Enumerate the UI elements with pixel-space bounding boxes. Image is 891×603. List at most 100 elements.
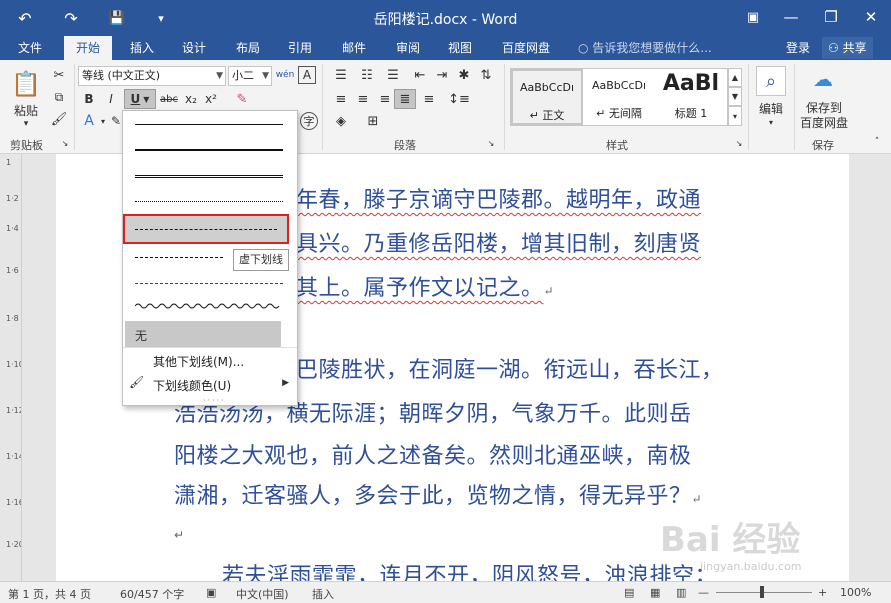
editing-dropdown-icon[interactable]: ▾ — [762, 116, 780, 128]
style-no-spacing[interactable]: AaBbCcDı ↵ 无间隔 — [583, 69, 655, 125]
zoom-in-icon[interactable]: + — [818, 586, 827, 599]
zoom-out-icon[interactable]: — — [698, 586, 709, 599]
doc-line-2: 具兴。乃重修岳阳楼，增其旧制，刻唐贤 — [296, 226, 701, 258]
underline-option-double[interactable] — [125, 163, 293, 189]
tab-layout[interactable]: 布局 — [226, 36, 270, 60]
distributed-icon[interactable]: ≡ — [418, 90, 440, 108]
underline-option-wave[interactable] — [125, 295, 293, 321]
align-right-icon[interactable]: ≡ — [374, 90, 396, 108]
login-link[interactable]: 登录 — [786, 36, 810, 60]
bullets-icon[interactable]: ☰ — [330, 66, 352, 84]
underline-option-single[interactable] — [125, 112, 293, 138]
underline-color-item[interactable]: 下划线颜色(U) — [153, 377, 231, 394]
tab-mailings[interactable]: 邮件 — [332, 36, 376, 60]
editing-label[interactable]: 编辑 — [752, 100, 790, 116]
underline-dropdown-icon[interactable]: ▼ — [143, 95, 149, 104]
zoom-slider-thumb[interactable] — [760, 586, 764, 598]
justify-icon[interactable]: ≣ — [394, 89, 416, 109]
zoom-slider-track[interactable] — [716, 592, 812, 593]
strikethrough-button[interactable]: abc — [158, 90, 180, 108]
find-magnifier-icon[interactable]: ⌕ — [756, 66, 786, 96]
italic-button[interactable]: I — [102, 90, 120, 108]
tab-baidu-netdisk[interactable]: 百度网盘 — [494, 36, 558, 60]
enclose-char-icon[interactable]: 字 — [300, 112, 318, 130]
print-layout-icon[interactable]: ▦ — [650, 586, 660, 599]
style-heading-1[interactable]: AaBl 标题 1 — [655, 69, 727, 125]
align-left-icon[interactable]: ≡ — [330, 90, 352, 108]
line-spacing-icon[interactable]: ↕≡ — [446, 90, 472, 108]
copy-icon[interactable]: ⧉ — [50, 88, 68, 106]
decrease-indent-icon[interactable]: ⇤ — [410, 66, 430, 84]
bold-button[interactable]: B — [80, 90, 98, 108]
underline-option-dashed[interactable] — [123, 214, 289, 244]
group-label-clipboard: 剪贴板 — [10, 139, 43, 152]
text-effects-icon[interactable]: A — [80, 112, 98, 130]
shading-icon[interactable]: ◈ — [330, 112, 352, 130]
tell-me-search[interactable]: ○ 告诉我您想要做什么... — [578, 36, 712, 60]
baidu-netdisk-label[interactable]: 百度网盘 — [798, 115, 850, 130]
language-indicator[interactable]: 中文(中国) — [236, 586, 289, 602]
style-name: ↵ 正文 — [529, 109, 565, 122]
tab-references[interactable]: 引用 — [278, 36, 322, 60]
clear-formatting-icon[interactable]: ✎ — [232, 90, 252, 108]
styles-scroll-down-icon[interactable]: ▼ — [728, 87, 742, 106]
zoom-level[interactable]: 100% — [840, 586, 871, 599]
styles-launcher-icon[interactable]: ↘ — [734, 138, 744, 148]
text-effects-dropdown-icon[interactable]: ▾ — [98, 112, 108, 130]
insert-mode[interactable]: 插入 — [312, 586, 334, 602]
phonetic-guide-icon[interactable]: wén — [274, 65, 296, 85]
font-name-combo[interactable]: 等线 (中文正文) ▼ — [78, 66, 226, 86]
word-count[interactable]: 60/457 个字 — [120, 586, 184, 602]
tab-review[interactable]: 审阅 — [386, 36, 430, 60]
tab-design[interactable]: 设计 — [172, 36, 216, 60]
multilevel-list-icon[interactable]: ☰ — [382, 66, 404, 84]
char-border-icon[interactable]: A — [298, 66, 316, 84]
underline-option-dotted[interactable] — [125, 189, 293, 215]
highlight-icon[interactable]: ✎ — [110, 112, 122, 130]
ribbon-display-options-icon[interactable]: ▣ — [738, 5, 768, 29]
superscript-button[interactable]: x² — [202, 90, 220, 108]
close-icon[interactable]: ✕ — [856, 5, 886, 29]
save-to-label[interactable]: 保存到 — [800, 100, 848, 115]
font-size-combo[interactable]: 小二 ▼ — [228, 66, 272, 86]
minimize-icon[interactable]: — — [776, 5, 806, 29]
cut-icon[interactable]: ✂ — [50, 66, 68, 84]
increase-indent-icon[interactable]: ⇥ — [432, 66, 452, 84]
web-layout-icon[interactable]: ▥ — [676, 586, 686, 599]
page-count[interactable]: 第 1 页，共 4 页 — [8, 586, 91, 602]
borders-icon[interactable]: ⊞ — [362, 112, 384, 130]
resize-grip-icon[interactable]: ····· — [203, 396, 226, 405]
chinese-layout-icon[interactable]: ✱ — [454, 66, 474, 84]
restore-icon[interactable]: ❐ — [816, 5, 846, 29]
subscript-button[interactable]: x₂ — [182, 90, 200, 108]
paste-dropdown-icon[interactable]: ▾ — [16, 118, 36, 130]
vertical-ruler[interactable]: 1 1·2 1·4 1·6 1·8 1·10 1·12 1·14 1·16 1·… — [0, 154, 22, 581]
collapse-ribbon-icon[interactable]: ˄ — [870, 136, 884, 148]
underline-button[interactable]: U ▼ — [124, 89, 156, 109]
tab-file[interactable]: 文件 — [8, 36, 52, 60]
styles-scroll-up-icon[interactable]: ▲ — [728, 68, 742, 87]
tab-view[interactable]: 视图 — [438, 36, 482, 60]
underline-option-thick[interactable] — [125, 137, 293, 163]
paste-label[interactable]: 粘贴 — [10, 102, 42, 118]
underline-option-none[interactable]: 无 — [125, 321, 281, 347]
chevron-down-icon[interactable]: ▼ — [216, 67, 223, 85]
numbering-icon[interactable]: ☷ — [356, 66, 378, 84]
baidu-cloud-icon[interactable]: ☁ — [808, 66, 838, 92]
style-normal[interactable]: AaBbCcDı ↵ 正文 — [511, 69, 583, 125]
tab-home[interactable]: 开始 — [64, 36, 112, 60]
format-painter-icon[interactable]: 🖌 — [50, 110, 68, 128]
share-button[interactable]: ⚇ 共享 — [822, 37, 873, 59]
read-mode-icon[interactable]: ▤ — [624, 586, 634, 599]
proofing-icon[interactable]: ▣ — [206, 586, 216, 599]
tab-insert[interactable]: 插入 — [120, 36, 164, 60]
more-underlines-item[interactable]: 其他下划线(M)... — [153, 353, 244, 370]
sort-icon[interactable]: ⇅ — [476, 66, 496, 84]
styles-more-icon[interactable]: ▾ — [728, 106, 742, 126]
clipboard-launcher-icon[interactable]: ↘ — [60, 138, 70, 148]
chevron-down-icon[interactable]: ▼ — [262, 67, 269, 85]
paste-icon[interactable]: 📋 — [8, 66, 44, 102]
paragraph-launcher-icon[interactable]: ↘ — [486, 138, 496, 148]
underline-option-dash-dot-dot[interactable] — [125, 271, 293, 297]
align-center-icon[interactable]: ≡ — [352, 90, 374, 108]
